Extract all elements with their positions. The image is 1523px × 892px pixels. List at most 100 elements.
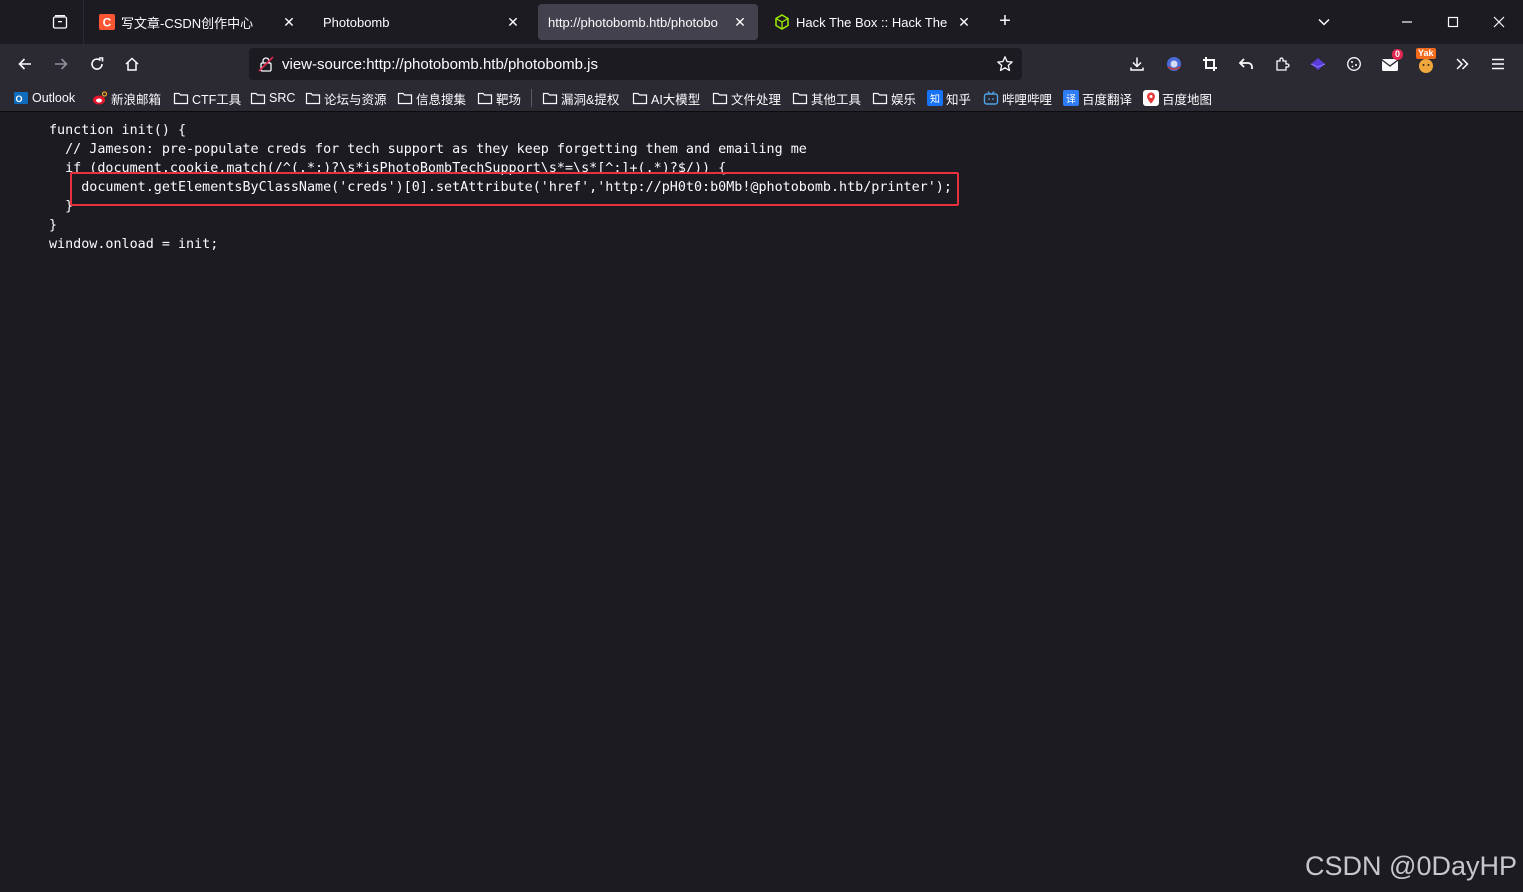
source-line: document.getElementsByClassName('creds')… — [49, 180, 952, 195]
folder-icon — [477, 90, 493, 106]
cookie-extension-button[interactable] — [1340, 50, 1368, 78]
bookmark-label: 知乎 — [946, 92, 972, 107]
source-line: if (document.cookie.match(/^(.*;)?\s*isP… — [49, 161, 727, 176]
folder-icon — [397, 90, 413, 106]
chevron-down-icon — [1317, 15, 1331, 29]
bookmark-folder-ranges[interactable]: 靶场 — [477, 89, 521, 107]
home-button[interactable] — [118, 50, 146, 78]
home-icon — [124, 56, 140, 72]
minimize-button[interactable] — [1393, 8, 1421, 36]
bookmark-label: CTF工具 — [192, 92, 242, 107]
diamond-extension-icon — [1309, 55, 1327, 73]
close-tab-icon[interactable]: ✕ — [956, 14, 972, 30]
url-input[interactable]: view-source:http://photobomb.htb/photobo… — [282, 56, 995, 73]
back-button[interactable] — [11, 50, 39, 78]
folder-icon — [632, 90, 648, 106]
bookmark-folder-forums[interactable]: 论坛与资源 — [305, 89, 387, 107]
bookmark-baidu-map[interactable]: 百度地图 — [1143, 89, 1212, 107]
forward-button[interactable] — [47, 50, 75, 78]
yakit-extension-button[interactable]: Yak — [1412, 48, 1440, 78]
bookmark-outlook[interactable]: O Outlook — [13, 89, 75, 107]
arrow-right-icon — [53, 56, 69, 72]
reload-button[interactable] — [83, 50, 111, 78]
bookmark-zhihu[interactable]: 知 知乎 — [927, 89, 971, 107]
bookmark-folder-entertainment[interactable]: 娱乐 — [872, 89, 916, 107]
bookmark-label: SRC — [269, 91, 296, 105]
maximize-button[interactable] — [1439, 8, 1467, 36]
bookmark-label: 其他工具 — [811, 92, 862, 107]
extension-globe-button[interactable] — [1160, 50, 1188, 78]
bookmark-baidu-translate[interactable]: 译 百度翻译 — [1063, 89, 1132, 107]
close-tab-icon[interactable]: ✕ — [281, 14, 297, 30]
purple-extension-button[interactable] — [1304, 50, 1332, 78]
yak-icon: Yak — [1416, 48, 1436, 74]
bookmark-folder-src[interactable]: SRC — [250, 89, 295, 107]
bookmark-bilibili[interactable]: 哔哩哔哩 — [983, 89, 1052, 107]
tab-strip: C 写文章-CSDN创作中心 ✕ Photobomb ✕ http://phot… — [0, 0, 1523, 44]
firefox-view-button[interactable] — [44, 9, 76, 35]
tab-title: Hack The Box :: Hack The Bo — [796, 14, 950, 30]
bookmark-label: AI大模型 — [651, 92, 701, 107]
firefox-view-icon — [52, 14, 68, 30]
navigation-toolbar: view-source:http://photobomb.htb/photobo… — [0, 44, 1523, 84]
url-bar[interactable]: view-source:http://photobomb.htb/photobo… — [249, 48, 1022, 80]
bookmark-folder-ai[interactable]: AI大模型 — [632, 89, 700, 107]
bookmark-folder-vulns[interactable]: 漏洞&提权 — [542, 89, 619, 107]
source-code-block: function init() { // Jameson: pre-popula… — [49, 121, 952, 254]
svg-text:译: 译 — [1066, 94, 1076, 106]
bookmark-label: 信息搜集 — [416, 92, 467, 107]
bookmark-star-icon[interactable] — [995, 54, 1015, 74]
bookmark-label: 靶场 — [496, 92, 522, 107]
folder-icon — [542, 90, 558, 106]
tab-view-source[interactable]: http://photobomb.htb/photobo ✕ — [538, 4, 758, 40]
bilibili-icon — [983, 90, 999, 106]
htb-cube-icon — [774, 14, 790, 30]
app-menu-button[interactable] — [1484, 50, 1512, 78]
bookmark-folder-file-processing[interactable]: 文件处理 — [712, 89, 781, 107]
source-line: } — [49, 218, 58, 233]
close-window-button[interactable] — [1485, 8, 1513, 36]
close-tab-icon[interactable]: ✕ — [732, 14, 748, 30]
extensions-button[interactable] — [1268, 50, 1296, 78]
csdn-icon: C — [99, 14, 115, 30]
mail-extension-button[interactable]: 0 — [1376, 49, 1404, 78]
folder-icon — [792, 90, 808, 106]
bookmark-label: 百度地图 — [1162, 92, 1213, 107]
tab-csdn[interactable]: C 写文章-CSDN创作中心 ✕ — [89, 4, 307, 40]
reload-icon — [89, 56, 105, 72]
tab-title: http://photobomb.htb/photobo — [548, 14, 718, 30]
bookmark-label: 哔哩哔哩 — [1002, 92, 1053, 107]
insecure-lock-icon[interactable] — [258, 56, 274, 72]
folder-icon — [305, 90, 321, 106]
list-all-tabs-button[interactable] — [1310, 8, 1338, 36]
downloads-button[interactable] — [1123, 50, 1151, 78]
tab-photobomb[interactable]: Photobomb ✕ — [313, 4, 531, 40]
folder-icon — [712, 90, 728, 106]
undo-button[interactable] — [1232, 50, 1260, 78]
svg-text:C: C — [103, 16, 112, 30]
mail-badge-icon: 0 — [1380, 49, 1403, 74]
bookmark-label: 漏洞&提权 — [561, 92, 620, 107]
bookmark-folder-ctf-tools[interactable]: CTF工具 — [173, 89, 241, 107]
puzzle-icon — [1274, 56, 1290, 72]
close-tab-icon[interactable]: ✕ — [505, 14, 521, 30]
minimize-icon — [1401, 16, 1413, 28]
source-line: function init() { — [49, 123, 187, 138]
baidu-map-icon — [1143, 90, 1159, 106]
outlook-icon: O — [13, 90, 29, 106]
bookmark-label: 文件处理 — [731, 92, 782, 107]
arrow-left-icon — [17, 56, 33, 72]
tab-hackthebox[interactable]: Hack The Box :: Hack The Bo ✕ — [764, 4, 982, 40]
bookmark-folder-other-tools[interactable]: 其他工具 — [792, 89, 861, 107]
bookmarks-separator — [531, 89, 532, 107]
svg-text:知: 知 — [930, 93, 940, 106]
svg-text:O: O — [15, 94, 22, 104]
tab-title: Photobomb — [323, 14, 390, 30]
new-tab-button[interactable]: + — [992, 10, 1018, 34]
more-tools-button[interactable] — [1448, 50, 1476, 78]
crop-button[interactable] — [1196, 50, 1224, 78]
hamburger-menu-icon — [1490, 56, 1506, 72]
bookmark-sina-mail[interactable]: 新浪邮箱 — [92, 89, 161, 107]
bookmark-folder-info-gathering[interactable]: 信息搜集 — [397, 89, 466, 107]
source-line: } — [49, 199, 74, 214]
